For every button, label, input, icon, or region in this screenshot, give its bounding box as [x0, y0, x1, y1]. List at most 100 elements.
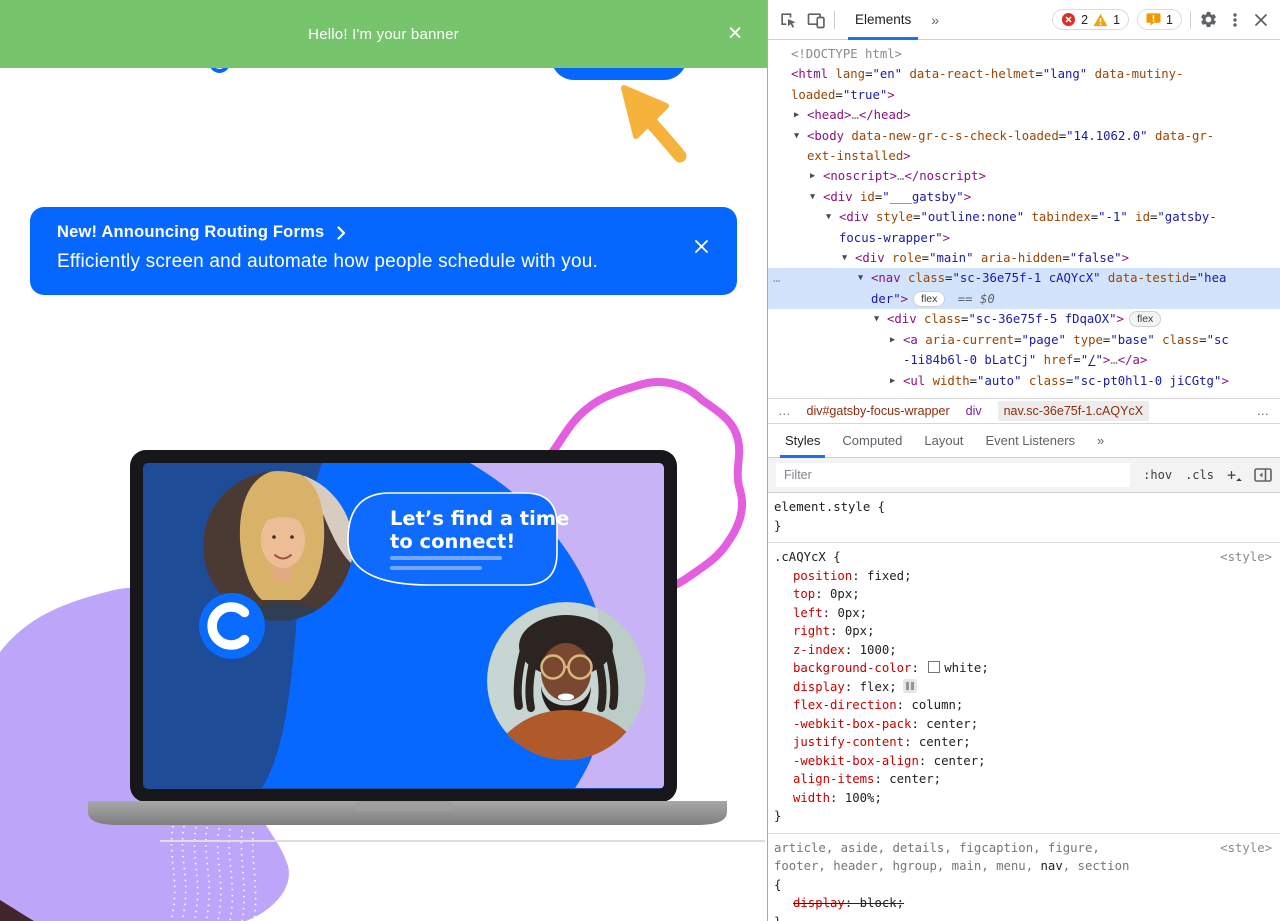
- tab-computed[interactable]: Computed: [831, 424, 913, 458]
- css-property[interactable]: -webkit-box-align: center;: [793, 752, 1272, 771]
- collapse-arrow-icon[interactable]: ▼: [858, 268, 871, 288]
- breadcrumb-item[interactable]: div#gatsby-focus-wrapper: [807, 404, 950, 418]
- yellow-arrow-cursor: [590, 78, 700, 168]
- tab-elements[interactable]: Elements: [843, 0, 923, 40]
- css-property[interactable]: z-index: 1000;: [793, 641, 1272, 660]
- inspect-element-icon[interactable]: [778, 10, 798, 30]
- dom-tree-node[interactable]: ▶<noscript>…</noscript>: [768, 166, 1280, 186]
- css-selector[interactable]: nav: [1041, 859, 1063, 873]
- calendly-logo-icon: [199, 593, 265, 659]
- chevron-right-icon: [337, 226, 346, 240]
- css-property[interactable]: justify-content: center;: [793, 733, 1272, 752]
- css-property[interactable]: display: block;: [793, 894, 1272, 913]
- css-property[interactable]: left: 0px;: [793, 604, 1272, 623]
- device-toolbar-icon[interactable]: [806, 10, 826, 30]
- dom-tree-node[interactable]: ▼<div style="outline:none" tabindex="-1"…: [768, 207, 1280, 248]
- breadcrumb-item[interactable]: nav.sc-36e75f-1.cAQYcX: [998, 401, 1149, 421]
- css-property[interactable]: -webkit-box-pack: center;: [793, 715, 1272, 734]
- new-style-rule-button[interactable]: +: [1227, 466, 1241, 484]
- laptop-screen: Let’s find a time to connect!: [143, 463, 664, 789]
- css-rule: element.style {}: [768, 493, 1280, 543]
- dom-tree-node[interactable]: ▶<ul width="auto" class="sc-pt0hl1-0 jiC…: [768, 371, 1280, 391]
- css-rule: <style>.cAQYcX {position: fixed;top: 0px…: [768, 543, 1280, 834]
- announcement-subtitle: Efficiently screen and automate how peop…: [57, 251, 598, 273]
- speech-bubble: Let’s find a time to connect!: [348, 493, 569, 585]
- css-property[interactable]: width: 100%;: [793, 789, 1272, 808]
- styles-filter-input[interactable]: [776, 463, 1130, 487]
- collapse-arrow-icon[interactable]: ▼: [810, 187, 823, 207]
- issues-badge[interactable]: 1: [1137, 9, 1182, 30]
- expand-arrow-icon[interactable]: ▶: [794, 105, 807, 125]
- dom-tree-node[interactable]: ▼<div role="main" aria-hidden="false">: [768, 248, 1280, 268]
- error-count: 2: [1081, 13, 1088, 27]
- announcement-title-row[interactable]: New! Announcing Routing Forms: [57, 223, 346, 242]
- css-property[interactable]: top: 0px;: [793, 585, 1272, 604]
- warning-icon: [1093, 13, 1108, 27]
- dom-tree: <!DOCTYPE html><html lang="en" data-reac…: [768, 40, 1280, 398]
- tab-styles[interactable]: Styles: [774, 424, 831, 458]
- warning-count: 1: [1113, 13, 1120, 27]
- dom-tree-node[interactable]: <!DOCTYPE html>: [768, 44, 1280, 64]
- css-property[interactable]: flex-direction: column;: [793, 696, 1272, 715]
- breadcrumb-more-left[interactable]: …: [778, 404, 791, 418]
- announcement-banner[interactable]: New! Announcing Routing Forms Efficientl…: [30, 207, 737, 295]
- flex-badge[interactable]: flex: [913, 291, 945, 307]
- console-errors-badge[interactable]: 2 1: [1052, 9, 1129, 30]
- class-toggle[interactable]: .cls: [1185, 468, 1214, 482]
- node-menu-dots[interactable]: …: [773, 268, 781, 288]
- css-property[interactable]: align-items: center;: [793, 770, 1272, 789]
- styles-tab-bar: StylesComputedLayoutEvent Listeners»: [768, 424, 1280, 458]
- dock-sidebar-icon[interactable]: [1254, 467, 1272, 483]
- css-property[interactable]: display: flex;: [793, 678, 1272, 697]
- collapse-arrow-icon[interactable]: ▼: [842, 248, 855, 268]
- hero-illustration: Let’s find a time to connect!: [0, 370, 767, 921]
- top-banner-text: Hello! I'm your banner: [308, 26, 459, 43]
- close-devtools-icon[interactable]: [1252, 11, 1270, 29]
- stylesheet-source-link[interactable]: <style>: [1220, 548, 1272, 567]
- dom-tree-node[interactable]: ▶<head>…</head>: [768, 105, 1280, 125]
- kebab-menu-icon[interactable]: [1226, 11, 1244, 29]
- css-selector[interactable]: article, aside, details, figcaption, fig…: [774, 841, 1100, 855]
- css-property[interactable]: background-color: white;: [793, 659, 1272, 678]
- flex-editor-icon[interactable]: [903, 679, 917, 693]
- collapse-arrow-icon[interactable]: ▼: [874, 309, 887, 329]
- dom-tree-node[interactable]: <html lang="en" data-react-helmet="lang"…: [768, 64, 1280, 105]
- css-property[interactable]: position: fixed;: [793, 567, 1272, 586]
- tab-event-listeners[interactable]: Event Listeners: [974, 424, 1086, 458]
- color-swatch[interactable]: [928, 661, 940, 673]
- expand-arrow-icon[interactable]: ▶: [890, 371, 903, 391]
- banner-close-icon[interactable]: ✕: [727, 25, 743, 44]
- pseudo-state-toggle[interactable]: :hov: [1143, 468, 1172, 482]
- css-selector[interactable]: footer, header, hgroup, main, menu,: [774, 859, 1041, 873]
- issues-icon: [1146, 12, 1161, 27]
- bubble-placeholder-line: [390, 566, 482, 570]
- tab-layout[interactable]: Layout: [913, 424, 974, 458]
- toolbar-divider: [1190, 11, 1191, 29]
- expand-arrow-icon[interactable]: ▶: [890, 330, 903, 350]
- toolbar-divider: [834, 11, 835, 29]
- gear-icon[interactable]: [1199, 10, 1218, 29]
- more-tabs-chevron[interactable]: »: [931, 12, 941, 28]
- top-banner: Hello! I'm your banner ✕: [0, 0, 767, 68]
- breadcrumb-item[interactable]: div: [966, 404, 982, 418]
- css-selector[interactable]: .cAQYcX: [774, 550, 826, 564]
- stylesheet-source-link[interactable]: <style>: [1220, 839, 1272, 858]
- laptop-shadow: [160, 840, 765, 842]
- breadcrumb-more-right[interactable]: …: [1257, 404, 1271, 418]
- dom-tree-node[interactable]: ▼<div id="___gatsby">: [768, 187, 1280, 207]
- collapse-arrow-icon[interactable]: ▼: [794, 126, 807, 146]
- css-property[interactable]: right: 0px;: [793, 622, 1272, 641]
- css-selector[interactable]: , section: [1063, 859, 1130, 873]
- dom-tree-node[interactable]: ▼<body data-new-gr-c-s-check-loaded="14.…: [768, 126, 1280, 167]
- dom-tree-node[interactable]: ▶<a aria-current="page" type="base" clas…: [768, 330, 1280, 371]
- collapse-arrow-icon[interactable]: ▼: [826, 207, 839, 227]
- css-selector[interactable]: element.style: [774, 500, 870, 514]
- announcement-close-icon[interactable]: [694, 239, 709, 254]
- expand-arrow-icon[interactable]: ▶: [810, 166, 823, 186]
- styles-more-tabs-chevron[interactable]: »: [1086, 424, 1117, 458]
- bubble-text-line2: to connect!: [390, 530, 515, 553]
- flex-badge[interactable]: flex: [1129, 311, 1161, 327]
- dom-tree-node[interactable]: …▼<nav class="sc-36e75f-1 cAQYcX" data-t…: [768, 268, 1280, 309]
- dom-tree-node[interactable]: ▼<div class="sc-36e75f-5 fDqaOX">flex: [768, 309, 1280, 329]
- styles-filter-bar: :hov .cls +: [768, 458, 1280, 493]
